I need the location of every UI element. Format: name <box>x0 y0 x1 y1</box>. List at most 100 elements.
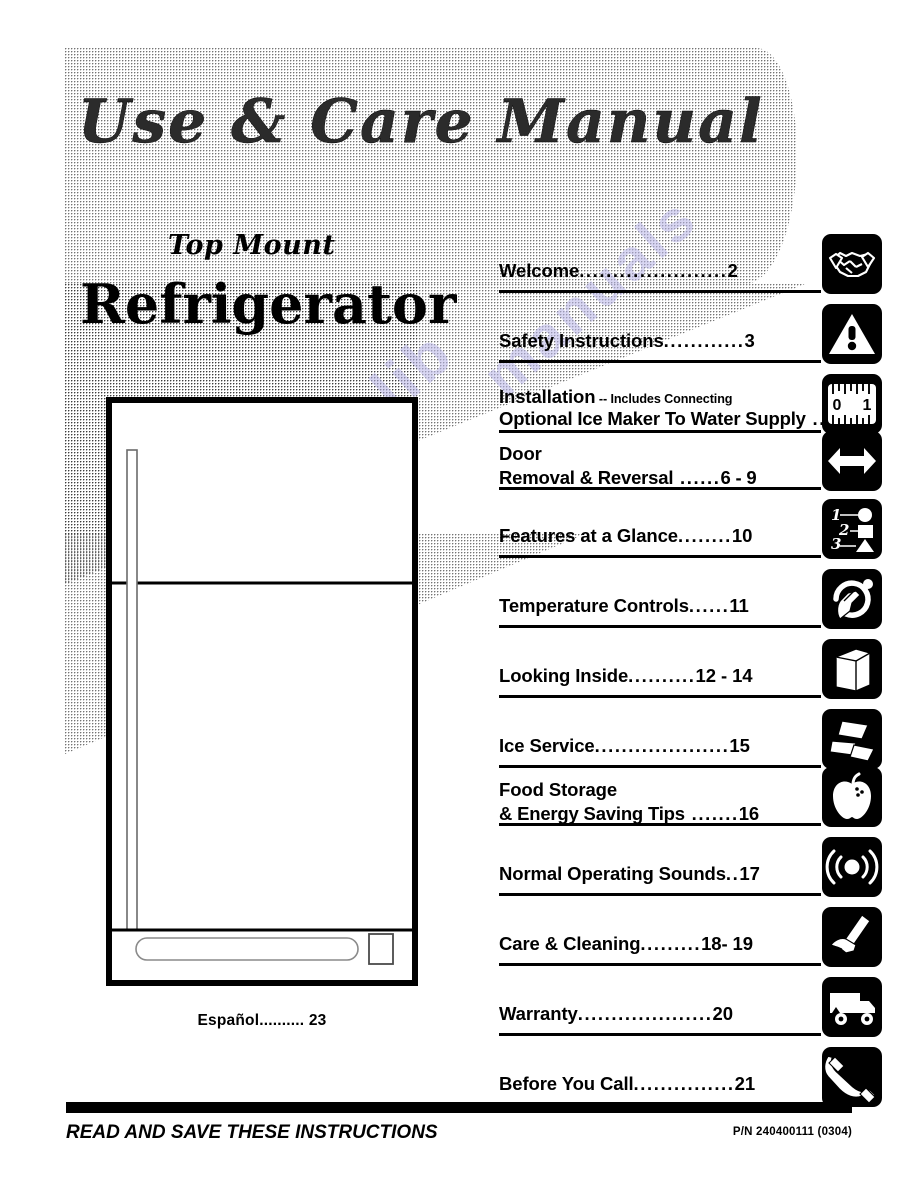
toc-entry-second-line: & Energy Saving Tips .......16 <box>499 803 821 825</box>
toc-page-number: 20 <box>712 1003 733 1024</box>
refrigerator-3d-icon <box>822 639 882 699</box>
toc-page-number: 3 <box>744 330 755 351</box>
toc-leader-dots: .................... <box>594 735 730 756</box>
toc-entry-installation[interactable]: Installation -- Includes Connecting Optio… <box>499 386 882 430</box>
toc-leader-dots: ...... <box>673 467 721 488</box>
toc-label-text: Safety Instructions <box>499 330 664 351</box>
toc-page-number: 16 <box>738 803 759 824</box>
espanol-leader: .......... <box>259 1012 305 1029</box>
cleaning-hand-icon <box>822 907 882 967</box>
toc-entry-ice-service[interactable]: Ice Service....................15 <box>499 735 821 757</box>
toc-page-number: 17 <box>739 863 760 884</box>
toc-label-text: Temperature Controls <box>499 595 689 616</box>
toc-label-text: Features at a Glance <box>499 525 678 546</box>
toc-page-number: 21 <box>734 1073 756 1094</box>
sound-waves-icon <box>822 837 882 897</box>
telephone-icon <box>822 1047 882 1107</box>
toc-entry-food-storage[interactable]: Food Storage & Energy Saving Tips .......… <box>499 779 821 825</box>
delivery-truck-icon <box>822 977 882 1037</box>
espanol-label: Español <box>197 1012 260 1029</box>
toc-label-text: Normal Operating Sounds <box>499 863 726 884</box>
toc-separator-rule <box>499 430 821 433</box>
ruler-icon: 0 1 <box>822 374 882 434</box>
toc-label-text: Installation <box>499 386 596 407</box>
manual-cover-page: manualslib manuals Use & Care Manual Top… <box>0 0 918 1188</box>
toc-label-text: Looking Inside <box>499 665 629 686</box>
toc-entry-temperature-controls[interactable]: Temperature Controls......11 <box>499 595 821 617</box>
double-arrow-icon <box>822 431 882 491</box>
toc-separator-rule <box>499 893 821 896</box>
espanol-toc-entry[interactable]: Español.......... 23 <box>106 1012 418 1030</box>
toc-page-number: 6 - 9 <box>720 467 757 488</box>
svg-text:0: 0 <box>833 397 842 414</box>
toc-leader-dots: ......... <box>640 933 702 954</box>
toc-entry-label: Door <box>499 443 821 465</box>
svg-text:1: 1 <box>863 397 872 414</box>
toc-label-text: Ice Service <box>499 735 595 756</box>
toc-page-number: 18- 19 <box>701 933 753 954</box>
toc-separator-rule <box>499 695 821 698</box>
toc-entry-door[interactable]: Door Removal & Reversal ......6 - 9 <box>499 443 821 489</box>
toc-entry-before-you-call[interactable]: Before You Call...............21 <box>499 1073 821 1095</box>
toc-label-text: Warranty <box>499 1003 578 1024</box>
toc-entry-second-line: Optional Ice Maker To Water Supply .....… <box>499 408 882 430</box>
toc-entry-label: Food Storage <box>499 779 821 801</box>
toc-leader-dots: .. <box>725 863 740 884</box>
toc-separator-rule <box>499 963 821 966</box>
toc-entry-warranty[interactable]: Warranty....................20 <box>499 1003 821 1025</box>
product-name: Refrigerator <box>80 272 457 336</box>
warning-triangle-icon <box>822 304 882 364</box>
toc-second-line-text: Removal & Reversal <box>499 467 674 488</box>
toc-entry-normal-operating-sounds[interactable]: Normal Operating Sounds..17 <box>499 863 821 885</box>
toc-entry-features-at-a-glance[interactable]: Features at a Glance........10 <box>499 525 821 547</box>
handshake-icon <box>822 234 882 294</box>
toc-leader-dots: .......... <box>628 665 696 686</box>
toc-page-number: 15 <box>729 735 750 756</box>
toc-separator-rule <box>499 765 821 768</box>
toc-second-line-text: & Energy Saving Tips <box>499 803 685 824</box>
toc-separator-rule <box>499 1033 821 1036</box>
svg-text:3: 3 <box>831 535 841 553</box>
espanol-page: 23 <box>308 1012 327 1029</box>
toc-label-text: Door <box>499 443 542 464</box>
toc-entry-looking-inside[interactable]: Looking Inside..........12 - 14 <box>499 665 821 687</box>
toc-leader-dots: ...... <box>688 595 730 616</box>
toc-page-number: 10 <box>731 525 753 546</box>
footer-divider-bar <box>66 1102 852 1113</box>
toc-leader-dots: ............ <box>663 330 745 351</box>
dial-hand-icon <box>822 569 882 629</box>
toc-leader-dots: ........ <box>677 525 732 546</box>
toc-page-number: 11 <box>729 595 749 616</box>
toc-label-text: Food Storage <box>499 779 618 800</box>
toc-entry-second-line: Removal & Reversal ......6 - 9 <box>499 467 821 489</box>
toc-separator-rule <box>499 360 821 363</box>
toc-separator-rule <box>499 487 821 490</box>
toc-page-number: 12 - 14 <box>695 665 753 686</box>
toc-page-number: 2 <box>727 260 738 281</box>
refrigerator-illustration <box>106 397 418 986</box>
toc-entry-care-cleaning[interactable]: Care & Cleaning.........18- 19 <box>499 933 821 955</box>
page-title: Use & Care Manual <box>78 87 764 157</box>
toc-separator-rule <box>499 823 821 826</box>
toc-separator-rule <box>499 625 821 628</box>
ice-cubes-icon <box>822 709 882 769</box>
toc-separator-rule <box>499 290 821 293</box>
numbered-shapes-icon: 123 <box>822 499 882 559</box>
toc-label-text: Welcome <box>499 260 580 281</box>
toc-entry-safety-instructions[interactable]: Safety Instructions............3 <box>499 330 821 352</box>
read-save-instructions-text: READ AND SAVE THESE INSTRUCTIONS <box>66 1122 438 1143</box>
toc-second-line-text: Optional Ice Maker To Water Supply <box>499 408 806 429</box>
toc-leader-dots: ............... <box>633 1073 735 1094</box>
watermark-text-secondary: manuals <box>470 184 710 410</box>
toc-label-text: Care & Cleaning <box>499 933 641 954</box>
product-subtitle: Top Mount <box>168 230 336 261</box>
toc-entry-note: -- Includes Connecting <box>595 392 733 406</box>
toc-leader-dots: ....... <box>684 803 739 824</box>
toc-entry-welcome[interactable]: Welcome......................2 <box>499 260 821 282</box>
toc-entry-label: Installation -- Includes Connecting <box>499 386 821 408</box>
toc-separator-rule <box>499 555 821 558</box>
toc-leader-dots: .................... <box>577 1003 713 1024</box>
apple-icon <box>822 767 882 827</box>
toc-label-text: Before You Call <box>499 1073 634 1094</box>
part-number-text: P/N 240400111 (0304) <box>732 1126 852 1138</box>
